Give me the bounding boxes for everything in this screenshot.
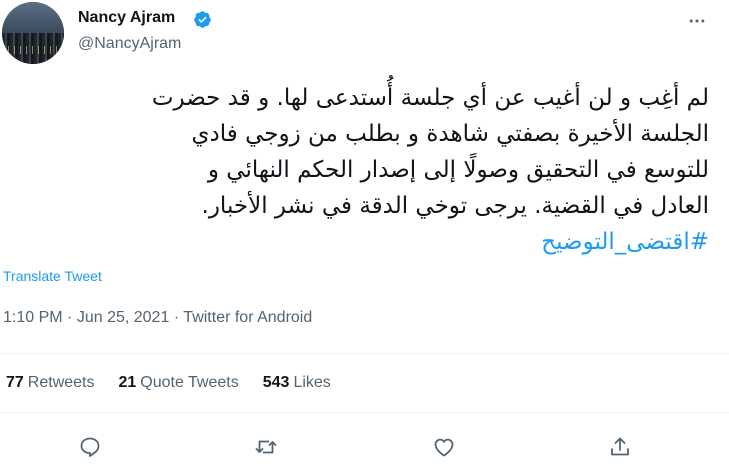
avatar-lights [2, 46, 64, 54]
tweet-time[interactable]: 1:10 PM [3, 309, 63, 326]
retweet-icon [255, 440, 277, 454]
tweet-stats: 77 Retweets 21 Quote Tweets 543 Likes [6, 374, 331, 392]
retweets-label: Retweets [27, 374, 95, 391]
like-button[interactable] [427, 430, 461, 464]
hashtag-link[interactable]: #اقتضى_التوضيح [541, 224, 709, 260]
likes-label: Likes [293, 374, 331, 391]
meta-separator: · [67, 309, 77, 326]
handle[interactable]: @NancyAjram [78, 35, 181, 53]
meta-separator: · [173, 309, 184, 326]
share-icon [611, 437, 629, 456]
more-horizontal-icon [689, 19, 705, 23]
retweets-stat[interactable]: 77 Retweets [6, 374, 95, 392]
quote-tweets-label: Quote Tweets [140, 374, 239, 391]
translate-tweet-link[interactable]: Translate Tweet [3, 268, 102, 284]
avatar-sky [2, 2, 64, 37]
share-button[interactable] [603, 430, 637, 464]
reply-button[interactable] [73, 430, 107, 464]
tweet-metadata: 1:10 PM · Jun 25, 2021 · Twitter for And… [3, 309, 312, 327]
retweets-count: 77 [6, 374, 24, 391]
tweet-date[interactable]: Jun 25, 2021 [77, 309, 170, 326]
divider [0, 353, 729, 354]
reply-icon [80, 437, 100, 457]
tweet-text: لم أغِب و لن أغيب عن أي جلسة أُستدعى لها… [151, 85, 709, 219]
retweet-button[interactable] [249, 430, 283, 464]
divider [0, 412, 729, 413]
action-bar [0, 430, 729, 464]
verified-badge-icon [193, 10, 212, 29]
avatar[interactable] [2, 2, 64, 64]
heart-icon [434, 438, 454, 457]
quote-tweets-stat[interactable]: 21 Quote Tweets [119, 374, 239, 392]
tweet-source[interactable]: Twitter for Android [183, 309, 312, 326]
likes-stat[interactable]: 543 Likes [263, 374, 331, 392]
display-name[interactable]: Nancy Ajram [78, 9, 175, 27]
more-button[interactable] [684, 8, 710, 34]
quote-tweets-count: 21 [118, 374, 137, 391]
likes-count: 543 [262, 374, 290, 391]
